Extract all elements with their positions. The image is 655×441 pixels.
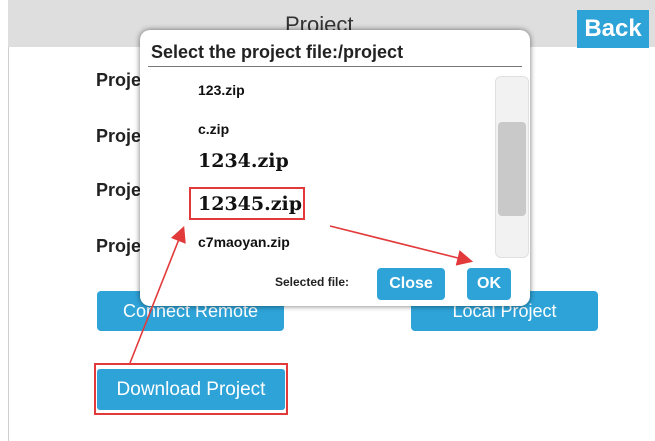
dialog-title: Select the project file:/project — [151, 42, 404, 62]
file-item-1234-zip[interactable]: 1234.zip — [198, 150, 289, 172]
left-divider — [8, 47, 9, 441]
scrollbar-thumb[interactable] — [498, 122, 526, 216]
file-item-c-zip[interactable]: c.zip — [198, 121, 229, 137]
close-button[interactable]: Close — [377, 268, 445, 300]
project-label: Proje — [96, 126, 142, 146]
select-file-dialog: Select the project file:/project 123.zip… — [140, 30, 530, 306]
dialog-title-rule — [148, 66, 522, 67]
selected-file-label: Selected file: — [275, 275, 350, 289]
file-item-c7maoyan-zip[interactable]: c7maoyan.zip — [198, 234, 290, 250]
project-label: Proje — [96, 236, 142, 256]
project-label: Proje — [96, 70, 142, 90]
file-item-123-zip[interactable]: 123.zip — [198, 82, 245, 98]
file-highlight-box — [189, 187, 305, 220]
download-highlight-box — [94, 363, 288, 415]
back-button[interactable]: Back — [577, 10, 649, 48]
project-label: Proje — [96, 180, 142, 200]
ok-button[interactable]: OK — [467, 268, 511, 300]
